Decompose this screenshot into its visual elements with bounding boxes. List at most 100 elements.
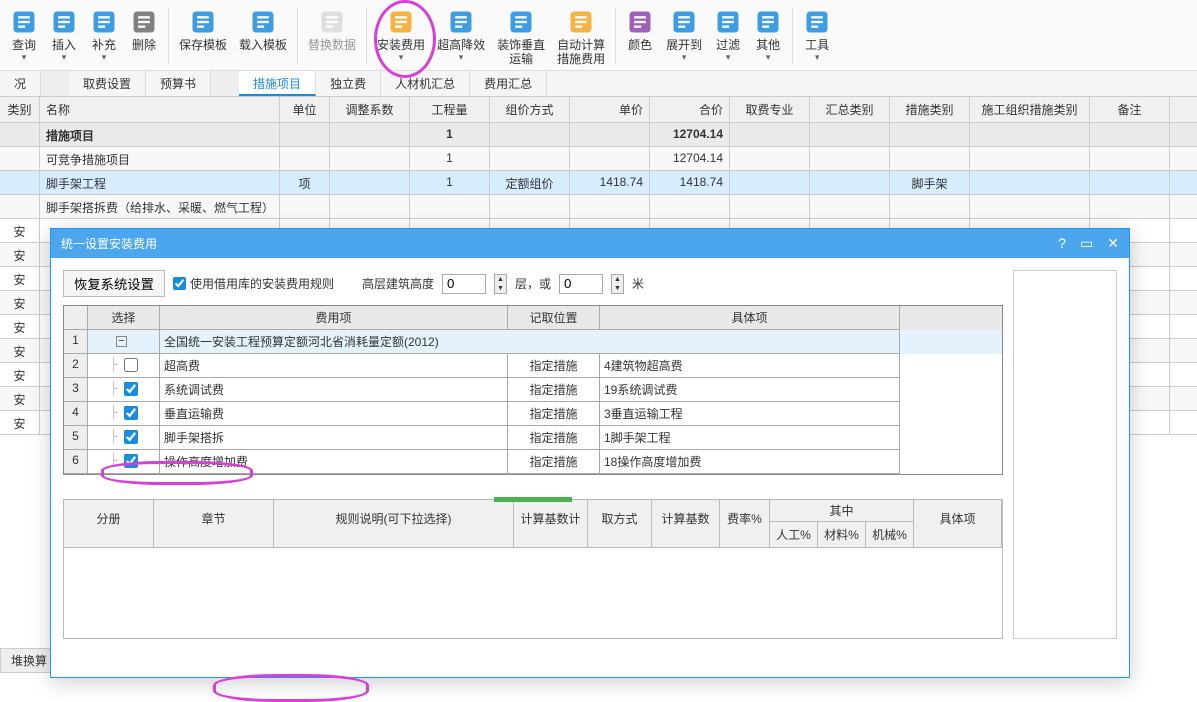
toolbar-替换数据: 替换数据 xyxy=(302,6,362,54)
fee-row[interactable]: 4├垂直运输费指定措施3垂直运输工程 xyxy=(64,402,1002,426)
toolbar-label: 查询 xyxy=(12,38,36,52)
toolbar-label: 安装费用 xyxy=(377,38,425,52)
toolbar-label: 补充 xyxy=(92,38,116,52)
grid-header: 单位 xyxy=(280,97,330,122)
grid-header: 工程量 xyxy=(410,97,490,122)
grid-header: 调整系数 xyxy=(330,97,410,122)
tab-取费设置[interactable]: 取费设置 xyxy=(69,71,146,96)
grid-row[interactable]: 脚手架工程项1定额组价1418.741418.74脚手架 xyxy=(0,171,1197,195)
dropdown-arrow-icon: ▾ xyxy=(766,52,771,62)
tab-措施项目[interactable]: 措施项目 xyxy=(239,71,316,96)
dialog-titlebar[interactable]: 统一设置安装费用 ? ▭ ✕ xyxy=(51,229,1129,258)
grid-header: 取费专业 xyxy=(730,97,810,122)
toolbar-label: 自动计算措施费用 xyxy=(557,38,605,66)
fee-row[interactable]: 6├操作高度增加费指定措施18操作高度增加费 xyxy=(64,450,1002,474)
grid-header: 施工组织措施类别 xyxy=(970,97,1090,122)
fee-row[interactable]: 2├超高费指定措施4建筑物超高费 xyxy=(64,354,1002,378)
dropdown-arrow-icon: ▾ xyxy=(815,52,820,62)
toolbar-label: 装饰垂直运输 xyxy=(497,38,545,66)
use-rule-checkbox-label[interactable]: 使用借用库的安装费用规则 xyxy=(173,275,334,292)
toolbar-label: 插入 xyxy=(52,38,76,52)
toolbar-查询[interactable]: 查询▾ xyxy=(4,6,44,64)
toolbar-插入[interactable]: 插入▾ xyxy=(44,6,84,64)
tab-独立费[interactable]: 独立费 xyxy=(316,71,381,96)
fee-checkbox[interactable] xyxy=(124,358,138,372)
fee-checkbox[interactable] xyxy=(124,430,138,444)
height-meters-input[interactable] xyxy=(559,274,603,294)
toolbar-过滤[interactable]: 过滤▾ xyxy=(708,6,748,64)
tab-预算书[interactable]: 预算书 xyxy=(146,71,211,96)
toolbar-补充[interactable]: 补充▾ xyxy=(84,6,124,64)
grid-row[interactable]: 措施项目112704.14 xyxy=(0,123,1197,147)
toolbar-icon xyxy=(249,8,277,36)
toolbar-删除[interactable]: 删除 xyxy=(124,6,164,54)
grid-header: 汇总类别 xyxy=(810,97,890,122)
toolbar-自动计算措施费用[interactable]: 自动计算措施费用 xyxy=(551,6,611,68)
fee-row[interactable]: 1−全国统一安装工程预算定额河北省消耗量定额(2012) xyxy=(64,330,1002,354)
toolbar-icon xyxy=(670,8,698,36)
toolbar-icon xyxy=(90,8,118,36)
use-rule-checkbox[interactable] xyxy=(173,277,186,290)
toolbar-颜色[interactable]: 颜色 xyxy=(620,6,660,54)
dropdown-arrow-icon: ▾ xyxy=(726,52,731,62)
tab-费用汇总[interactable]: 费用汇总 xyxy=(470,71,547,96)
toolbar-展开到[interactable]: 展开到▾ xyxy=(660,6,708,64)
toolbar-icon xyxy=(754,8,782,36)
toolbar-label: 保存模板 xyxy=(179,38,227,52)
toolbar-icon xyxy=(318,8,346,36)
height-floors-input[interactable] xyxy=(442,274,486,294)
toolbar-icon xyxy=(447,8,475,36)
toolbar-装饰垂直运输[interactable]: 装饰垂直运输 xyxy=(491,6,551,68)
toolbar-载入模板[interactable]: 载入模板 xyxy=(233,6,293,54)
restore-button[interactable]: 恢复系统设置 xyxy=(63,270,165,297)
fee-checkbox[interactable] xyxy=(124,454,138,468)
splitter-handle[interactable] xyxy=(494,497,572,502)
dialog-right-panel xyxy=(1013,270,1117,639)
toolbar-icon xyxy=(626,8,654,36)
toolbar-label: 替换数据 xyxy=(308,38,356,52)
grid-header: 备注 xyxy=(1090,97,1170,122)
maximize-icon[interactable]: ▭ xyxy=(1080,235,1093,252)
toolbar-保存模板[interactable]: 保存模板 xyxy=(173,6,233,54)
toolbar-icon xyxy=(803,8,831,36)
grid-header: 组价方式 xyxy=(490,97,570,122)
toolbar-label: 其他 xyxy=(756,38,780,52)
help-icon[interactable]: ? xyxy=(1058,235,1066,252)
toolbar-label: 展开到 xyxy=(666,38,702,52)
toolbar-icon xyxy=(387,8,415,36)
fee-row[interactable]: 3├系统调试费指定措施19系统调试费 xyxy=(64,378,1002,402)
dropdown-arrow-icon: ▾ xyxy=(102,52,107,62)
toolbar-安装费用[interactable]: 安装费用▾ xyxy=(371,6,431,64)
fee-checkbox[interactable] xyxy=(124,406,138,420)
height-label: 高层建筑高度 xyxy=(362,275,434,292)
close-icon[interactable]: ✕ xyxy=(1107,235,1119,252)
grid-header: 类别 xyxy=(0,97,40,122)
toolbar-工具[interactable]: 工具▾ xyxy=(797,6,837,64)
grid-row[interactable]: 可竞争措施项目112704.14 xyxy=(0,147,1197,171)
toolbar-icon xyxy=(189,8,217,36)
grid-header: 名称 xyxy=(40,97,280,122)
tree-collapse-icon[interactable]: − xyxy=(116,336,127,347)
toolbar-icon xyxy=(567,8,595,36)
grid-row[interactable]: 脚手架搭拆费（给排水、采暖、燃气工程） xyxy=(0,195,1197,219)
toolbar-icon xyxy=(714,8,742,36)
grid-header: 措施类别 xyxy=(890,97,970,122)
dropdown-arrow-icon: ▾ xyxy=(62,52,67,62)
toolbar-icon xyxy=(50,8,78,36)
grid-header: 合价 xyxy=(650,97,730,122)
toolbar-icon xyxy=(130,8,158,36)
toolbar-label: 超高降效 xyxy=(437,38,485,52)
tab-况[interactable]: 况 xyxy=(0,71,41,96)
fee-row[interactable]: 5├脚手架搭拆指定措施1脚手架工程 xyxy=(64,426,1002,450)
tab-人材机汇总[interactable]: 人材机汇总 xyxy=(381,71,470,96)
toolbar-label: 载入模板 xyxy=(239,38,287,52)
spinner-1[interactable]: ▲▼ xyxy=(494,274,507,294)
spinner-2[interactable]: ▲▼ xyxy=(611,274,624,294)
toolbar-label: 过滤 xyxy=(716,38,740,52)
dropdown-arrow-icon: ▾ xyxy=(399,52,404,62)
toolbar-超高降效[interactable]: 超高降效▾ xyxy=(431,6,491,64)
toolbar-其他[interactable]: 其他▾ xyxy=(748,6,788,64)
col-select: 选择 xyxy=(88,306,160,330)
fee-checkbox[interactable] xyxy=(124,382,138,396)
toolbar-icon xyxy=(10,8,38,36)
